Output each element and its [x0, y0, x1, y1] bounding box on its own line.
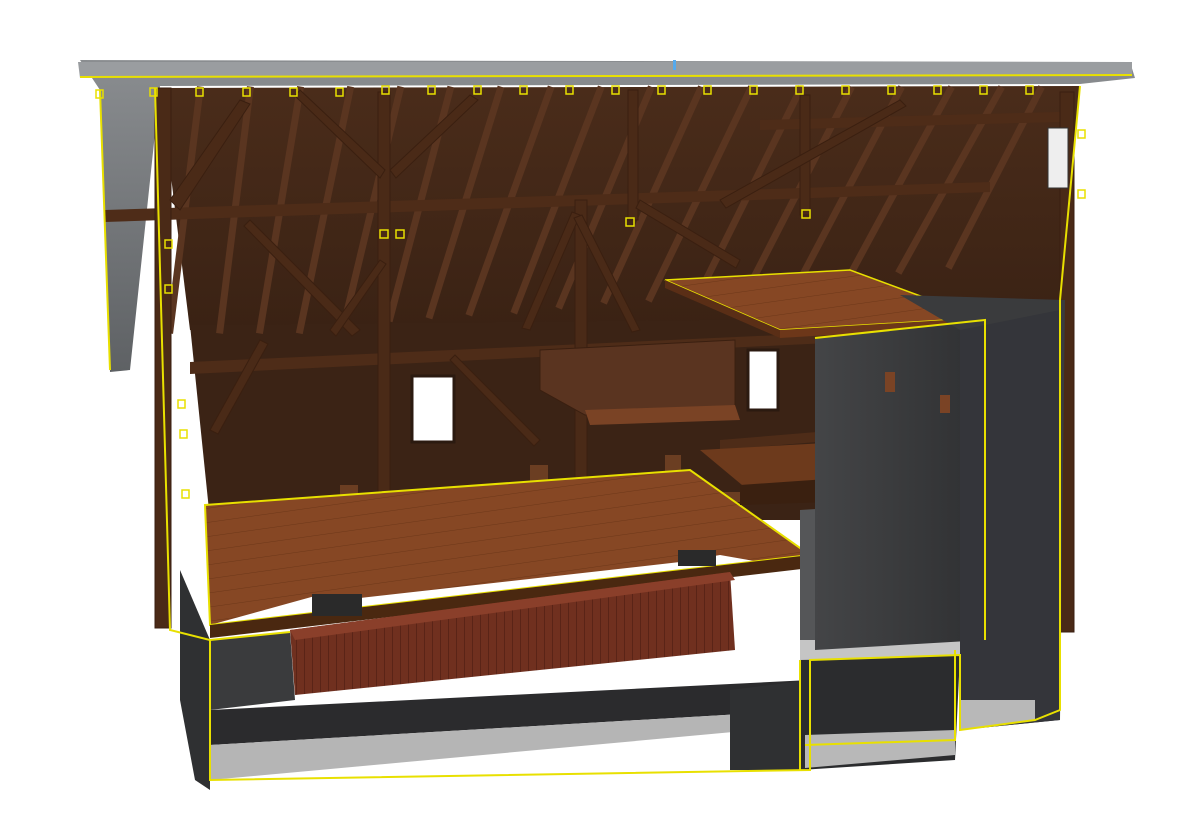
window-right — [746, 348, 780, 412]
beam-end — [940, 395, 950, 413]
ridge-marker — [673, 60, 676, 70]
beam-end — [885, 372, 895, 392]
window-left — [410, 374, 456, 444]
model-viewport[interactable] — [0, 0, 1200, 828]
barn-section-render — [78, 60, 1135, 790]
gable-window — [1047, 127, 1069, 189]
